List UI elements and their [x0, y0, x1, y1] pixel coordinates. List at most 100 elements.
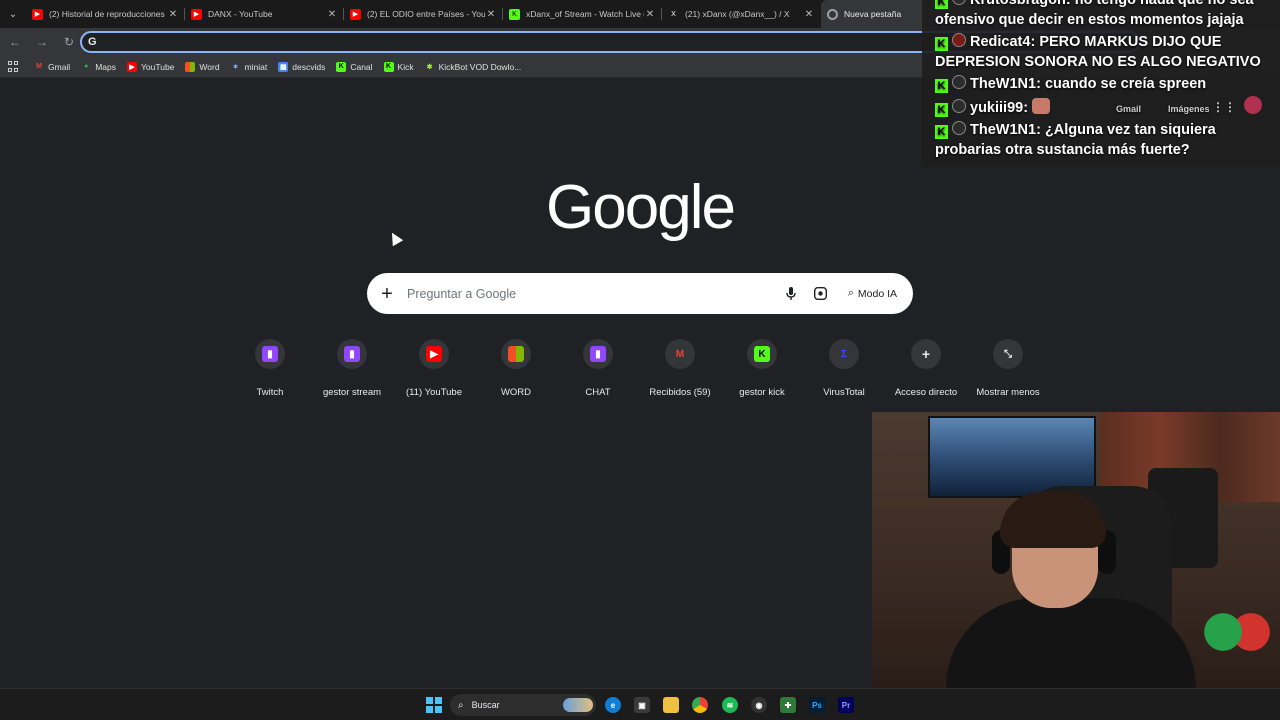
tab-0[interactable]: ▶ (2) Historial de reproducciones ✕	[26, 0, 185, 28]
chat-emote-icon	[1032, 97, 1051, 114]
close-icon[interactable]: ✕	[803, 9, 815, 20]
kick-icon: K	[754, 346, 770, 362]
kick-icon: K	[336, 61, 347, 72]
shortcut-word[interactable]: WORD	[475, 337, 557, 398]
streamer-hair	[1000, 492, 1106, 548]
search-placeholder[interactable]: Preguntar a Google	[407, 287, 776, 301]
ai-mode-label: Modo IA	[857, 287, 897, 300]
shortcut-label: Mostrar menos	[976, 387, 1040, 398]
kick-badge-icon: K	[935, 37, 948, 51]
shortcut-youtube[interactable]: ▶ (11) YouTube	[393, 337, 475, 398]
bookmark-word[interactable]: Word	[185, 61, 220, 72]
kick-badge-icon: K	[935, 79, 948, 93]
youtube-icon: ▶	[127, 61, 137, 72]
shortcut-twitch[interactable]: ▮ Twitch	[229, 337, 311, 398]
taskbar-search[interactable]: ⌕ Buscar	[450, 694, 596, 716]
bookmark-label: miniat	[244, 61, 268, 72]
shortcut-label: Twitch	[256, 387, 284, 398]
search-icon: ⌕	[458, 699, 464, 711]
microsoft-icon	[185, 61, 196, 72]
forward-arrow-icon[interactable]: →	[30, 30, 54, 54]
tab-3[interactable]: K xDanx_of Stream - Watch Live o ✕	[503, 0, 662, 28]
user-badge-icon	[952, 75, 966, 89]
tab-title: DANX - YouTube	[208, 9, 273, 19]
close-icon[interactable]: ✕	[485, 9, 497, 20]
plus-icon: +	[921, 346, 931, 362]
microsoft-icon	[508, 346, 524, 362]
chat-username: TheW1N1	[970, 76, 1037, 92]
collapse-icon: ⤡	[1004, 348, 1012, 360]
chat-username: TheW1N1	[970, 122, 1037, 138]
star-icon: ✶	[232, 63, 239, 71]
search-highlight-icon	[563, 698, 593, 712]
chat-username: yukiii99	[970, 99, 1024, 116]
close-icon[interactable]: ✕	[326, 9, 338, 20]
x-icon: X	[671, 10, 676, 18]
google-lens-icon[interactable]	[806, 287, 836, 300]
header-link-gmail[interactable]: Gmail	[1116, 100, 1141, 120]
windows-taskbar: ⌕ Buscar e ▣ ≋ ◉ ✚ Ps Pr	[0, 688, 1280, 720]
store-icon[interactable]: ▣	[634, 697, 650, 713]
maps-icon: ●	[84, 63, 89, 70]
edge-icon[interactable]: e	[605, 697, 621, 713]
tab-title: xDanx_of Stream - Watch Live o	[526, 9, 644, 19]
shortcut-label: (11) YouTube	[406, 387, 462, 398]
chat-message: K Krutosbragon: no tengo nada que no sea …	[935, 0, 1280, 30]
tab-search-chevron-icon[interactable]: ⌄	[0, 0, 26, 28]
photoshop-icon[interactable]: Ps	[809, 697, 825, 713]
bookmark-gmail[interactable]: M Gmail	[34, 62, 70, 72]
google-apps-icon[interactable]: ⋮⋮	[1212, 98, 1236, 118]
bookmark-kick[interactable]: K Kick	[383, 61, 414, 72]
premiere-icon[interactable]: Pr	[838, 697, 854, 713]
tab-4[interactable]: X (21) xDanx (@xDanx__) / X ✕	[662, 0, 821, 28]
shortcut-add[interactable]: + Acceso directo	[885, 337, 967, 398]
shortcut-label: gestor kick	[739, 387, 785, 398]
shortcut-circle	[501, 339, 531, 369]
header-link-images[interactable]: Imágenes	[1168, 100, 1210, 120]
reload-icon[interactable]: ↻	[57, 30, 81, 54]
google-logo: Google	[546, 173, 736, 242]
windows-start-icon[interactable]	[426, 697, 442, 713]
shortcut-chat[interactable]: ▮ CHAT	[557, 337, 639, 398]
shortcut-gestor-kick[interactable]: K gestor kick	[721, 337, 803, 398]
bookmark-label: Canal	[350, 61, 373, 72]
shortcut-gestor-stream[interactable]: ▮ gestor stream	[311, 337, 393, 398]
tab-1[interactable]: ▶ DANX - YouTube ✕	[185, 0, 344, 28]
account-avatar[interactable]	[1244, 96, 1262, 114]
bookmark-descvids[interactable]: ▦ descvids	[278, 61, 325, 72]
shortcut-circle: K	[747, 339, 777, 369]
shortcut-show-less[interactable]: ⤡ Mostrar menos	[967, 337, 1049, 398]
spotify-icon[interactable]: ≋	[722, 697, 738, 713]
tab-2[interactable]: ▶ (2) EL ODIO entre Países - YouTu ✕	[344, 0, 503, 28]
close-icon[interactable]: ✕	[644, 9, 656, 20]
gmail-icon: M	[675, 348, 685, 360]
kick-badge-icon: K	[935, 0, 948, 9]
file-explorer-icon[interactable]	[663, 697, 679, 713]
bookmark-maps[interactable]: ● Maps	[81, 62, 116, 72]
microphone-icon[interactable]	[776, 286, 806, 301]
obs-icon[interactable]: ◉	[751, 697, 767, 713]
plush-toys	[1202, 612, 1272, 652]
ai-mode-icon: ⌕	[847, 287, 854, 299]
tab-title: (21) xDanx (@xDanx__) / X	[685, 9, 790, 19]
chat-text: cuando se creía spreen	[1044, 76, 1207, 92]
ai-mode-button[interactable]: ⌕ Modo IA	[840, 280, 905, 308]
shortcut-circle: ▮	[255, 339, 285, 369]
chat-message: K TheW1N1: cuando se creía spreen	[935, 75, 1280, 95]
shortcut-label: VirusTotal	[823, 387, 865, 398]
bookmark-miniat[interactable]: ✶ miniat	[231, 62, 268, 72]
back-arrow-icon[interactable]: ←	[3, 30, 27, 54]
shortcut-label: gestor stream	[322, 387, 382, 398]
bookmark-youtube[interactable]: ▶ YouTube	[127, 61, 174, 72]
twitch-icon: ▮	[344, 346, 360, 362]
apps-grid-icon[interactable]	[8, 60, 20, 73]
shortcut-virustotal[interactable]: Σ VirusTotal	[803, 337, 885, 398]
chrome-icon[interactable]	[692, 697, 708, 713]
plus-icon[interactable]: +	[367, 284, 407, 304]
shortcut-recibidos[interactable]: M Recibidos (59)	[639, 337, 721, 398]
bookmark-kickbot[interactable]: ✱ KickBot VOD Dowlo...	[425, 62, 522, 72]
close-icon[interactable]: ✕	[167, 9, 179, 20]
google-search-box[interactable]: + Preguntar a Google ⌕ Modo IA	[367, 273, 913, 314]
bookmark-canal[interactable]: K Canal	[336, 61, 373, 72]
app-icon[interactable]: ✚	[780, 697, 796, 713]
